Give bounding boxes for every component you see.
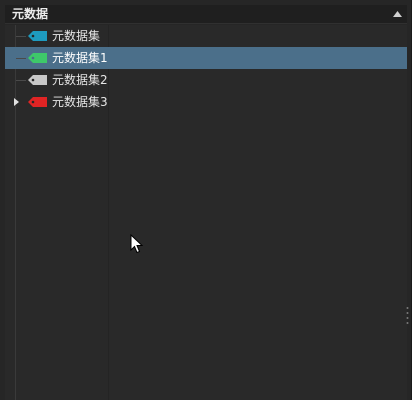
tree-item-label: 元数据集2 [52,73,108,87]
tree-item-label: 元数据集3 [52,95,108,109]
collapse-button[interactable] [391,8,403,20]
triangle-right-icon[interactable] [11,97,21,107]
mouse-pointer-icon [130,234,144,254]
tree-branch-line [16,80,26,81]
tree-item-metadataset-1[interactable]: 元数据集1 [5,47,407,69]
tree-item-metadataset[interactable]: 元数据集 [5,25,407,47]
tag-icon [28,75,47,85]
tree-item-label: 元数据集 [52,29,101,43]
tree-branch-line [16,36,26,37]
tag-icon [28,53,47,63]
panel-header: 元数据 [5,5,407,24]
tree-item-metadataset-3[interactable]: 元数据集3 [5,91,407,113]
tree-item-label: 元数据集1 [52,51,108,65]
chevron-up-icon [392,11,402,17]
resize-grip-icon[interactable] [406,306,409,328]
metadata-panel: 元数据 元数据集 元数据集1 元数据集2 元数据集3 [0,0,412,400]
tree-branch-line [16,58,26,59]
metadata-tree[interactable]: 元数据集 元数据集1 元数据集2 元数据集3 [5,25,407,400]
tag-icon [28,31,47,41]
tree-item-metadataset-2[interactable]: 元数据集2 [5,69,407,91]
panel-title: 元数据 [12,7,49,21]
tag-icon [28,97,47,107]
